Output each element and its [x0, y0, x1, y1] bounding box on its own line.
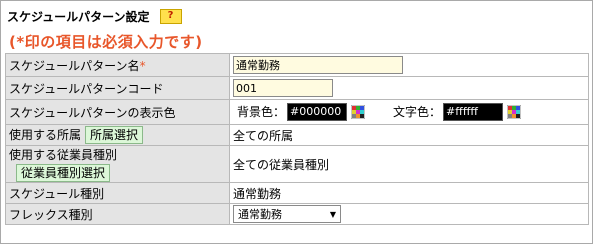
form-row-code: スケジュールパターンコード	[5, 76, 589, 100]
flex-type-label-cell: フレックス種別	[5, 203, 230, 225]
department-value: 全ての所属	[233, 128, 294, 143]
schedule-pattern-panel: スケジュールパターン設定 ? (*印の項目は必須入力です) スケジュールパターン…	[0, 0, 593, 244]
flex-type-selected: 通常勤務	[238, 208, 282, 221]
flex-type-value-cell: 通常勤務 ▼	[229, 203, 589, 225]
color-palette-icon[interactable]	[351, 105, 366, 120]
required-note: (*印の項目は必須入力です)	[9, 33, 203, 51]
display-color-label: スケジュールパターンの表示色	[9, 105, 176, 120]
schedule-type-value: 通常勤務	[233, 186, 282, 201]
page-title: スケジュールパターン設定	[7, 9, 150, 24]
form-row-display-color: スケジュールパターンの表示色 背景色： #000000 文字色： #ffffff	[5, 99, 589, 125]
schedule-type-label-cell: スケジュール種別	[5, 182, 230, 204]
schedule-type-label: スケジュール種別	[9, 186, 105, 201]
code-label-cell: スケジュールパターンコード	[5, 76, 230, 100]
color-palette-icon[interactable]	[507, 105, 522, 120]
help-button[interactable]: ?	[159, 8, 182, 24]
employee-type-value-cell: 全ての従業員種別	[229, 145, 589, 183]
schedule-type-value-cell: 通常勤務	[229, 182, 589, 204]
required-mark: *	[139, 58, 146, 73]
form-row-department: 使用する所属 所属選択 全ての所属	[5, 124, 589, 146]
display-color-value-cell: 背景色： #000000 文字色： #ffffff	[229, 99, 589, 125]
bg-color-label: 背景色：	[237, 104, 286, 119]
name-label-cell: スケジュールパターン名*	[5, 53, 230, 77]
pattern-name-input[interactable]	[233, 56, 403, 74]
bg-color-input[interactable]: #000000	[287, 103, 348, 122]
form-row-employee-type: 使用する従業員種別 従業員種別選択 全ての従業員種別	[5, 145, 589, 183]
form-row-schedule-type: スケジュール種別 通常勤務	[5, 182, 589, 204]
select-department-button[interactable]: 所属選択	[85, 126, 144, 145]
name-label: スケジュールパターン名	[9, 58, 140, 73]
department-label: 使用する所属	[9, 127, 82, 142]
flex-type-select[interactable]: 通常勤務 ▼	[233, 205, 341, 223]
flex-type-label: フレックス種別	[9, 207, 93, 222]
department-label-cell: 使用する所属 所属選択	[5, 124, 230, 146]
title-row: スケジュールパターン設定 ?	[7, 8, 182, 24]
form-row-flex-type: フレックス種別 通常勤務 ▼	[5, 203, 589, 225]
text-color-input[interactable]: #ffffff	[443, 103, 504, 122]
text-color-label: 文字色：	[393, 104, 442, 119]
code-value-cell	[229, 76, 589, 100]
code-label: スケジュールパターンコード	[9, 81, 164, 96]
employee-type-value: 全ての従業員種別	[233, 157, 330, 172]
form-row-name: スケジュールパターン名*	[5, 53, 589, 77]
employee-type-label: 使用する従業員種別	[9, 148, 118, 162]
department-value-cell: 全ての所属	[229, 124, 589, 146]
chevron-down-icon: ▼	[329, 209, 336, 219]
display-color-label-cell: スケジュールパターンの表示色	[5, 99, 230, 125]
name-value-cell	[229, 53, 589, 77]
pattern-code-input[interactable]	[233, 79, 333, 97]
select-employee-type-button[interactable]: 従業員種別選択	[16, 164, 111, 182]
settings-form-table: スケジュールパターン名* スケジュールパターンコード スケジュールパターンの表示…	[5, 53, 589, 225]
employee-type-label-cell: 使用する従業員種別 従業員種別選択	[5, 145, 230, 183]
